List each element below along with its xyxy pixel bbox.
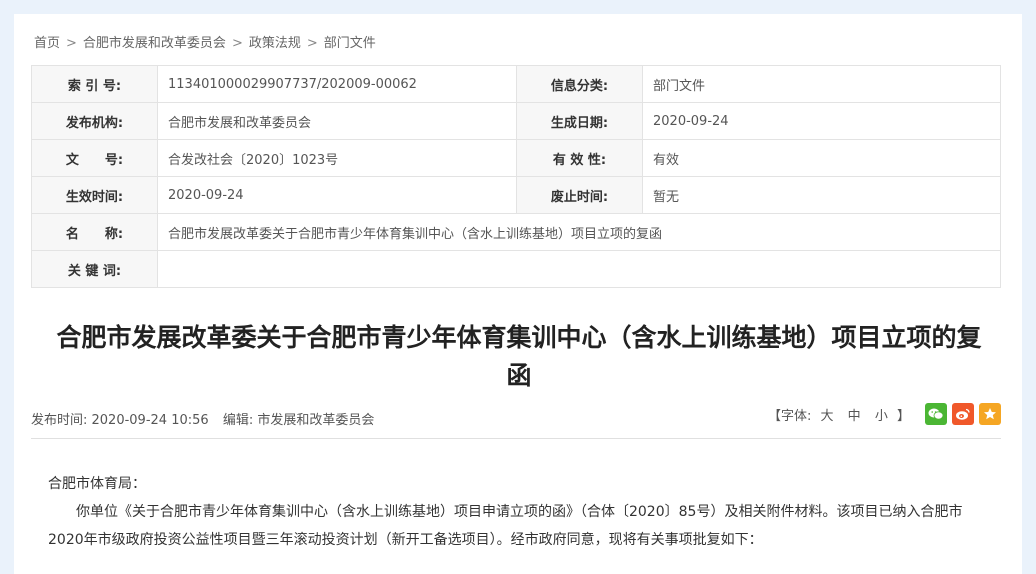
publisher-value: 合肥市发展和改革委员会 [157,102,517,140]
font-small-button[interactable]: 小 [875,409,888,424]
keyword-label: 关 键 词: [31,250,158,288]
category-label: 信息分类: [516,65,643,103]
date-value: 2020-09-24 [642,102,1001,140]
abolish-value: 暂无 [642,176,1001,214]
publish-time: 发布时间: 2020-09-24 10:56 [31,413,209,428]
article-title: 合肥市发展改革委关于合肥市青少年体育集训中心（含水上训练基地）项目立项的复函 [56,323,982,390]
table-row: 生效时间: 2020-09-24 废止时间: 暂无 [31,176,1001,214]
article-info-bar: 发布时间: 2020-09-24 10:56 编辑: 市发展和改革委员会 【字体… [31,403,1001,428]
breadcrumb-department-docs[interactable]: 部门文件 [324,36,376,51]
category-value: 部门文件 [642,65,1001,103]
table-row: 索 引 号: 113401000029907737/202009-00062 信… [31,65,1001,103]
breadcrumb-policy[interactable]: 政策法规 [249,36,301,51]
body-paragraph: 你单位《关于合肥市青少年体育集训中心（含水上训练基地）项目申请立项的函》（合体〔… [48,504,963,548]
abolish-label: 废止时间: [516,176,643,214]
font-label: 【字体: [767,408,812,424]
font-large-button[interactable]: 大 [821,409,834,424]
breadcrumb: 首页 > 合肥市发展和改革委员会 > 政策法规 > 部门文件 [34,32,376,51]
article-body: 合肥市体育局： 你单位《关于合肥市青少年体育集训中心（含水上训练基地）项目申请立… [48,470,988,554]
index-label: 索 引 号: [31,65,158,103]
table-row: 文 号: 合发改社会〔2020〕1023号 有 效 性: 有效 [31,139,1001,177]
name-value: 合肥市发展改革委关于合肥市青少年体育集训中心（含水上训练基地）项目立项的复函 [157,213,1001,251]
name-label: 名 称: [31,213,158,251]
breadcrumb-home[interactable]: 首页 [34,36,60,51]
table-row: 名 称: 合肥市发展改革委关于合肥市青少年体育集训中心（含水上训练基地）项目立项… [31,213,1001,251]
breadcrumb-separator: > [66,36,77,51]
docno-value: 合发改社会〔2020〕1023号 [157,139,517,177]
divider [31,438,1001,439]
publisher-label: 发布机构: [31,102,158,140]
weibo-icon[interactable] [952,403,974,425]
breadcrumb-separator: > [306,36,318,51]
date-label: 生成日期: [516,102,643,140]
validity-label: 有 效 性: [516,139,643,177]
validity-value: 有效 [642,139,1001,177]
table-row: 发布机构: 合肥市发展和改革委员会 生成日期: 2020-09-24 [31,102,1001,140]
favorite-icon[interactable] [979,403,1001,425]
keyword-value [157,250,1001,288]
breadcrumb-ndrc[interactable]: 合肥市发展和改革委员会 [83,36,226,51]
page-container: 首页 > 合肥市发展和改革委员会 > 政策法规 > 部门文件 索 引 号: 11340100… [14,14,1022,574]
font-size-control: 【字体: 大 中 小 】 [768,405,910,424]
docno-label: 文 号: [31,139,158,177]
font-close: 】 [896,408,910,424]
effective-value: 2020-09-24 [157,176,517,214]
font-medium-button[interactable]: 中 [848,409,861,424]
index-value: 113401000029907737/202009-00062 [157,65,517,103]
article-tools: 【字体: 大 中 小 】 [768,403,1001,425]
effective-label: 生效时间: [31,176,158,214]
breadcrumb-separator: > [231,36,243,51]
table-row: 关 键 词: [31,250,1001,288]
wechat-icon[interactable] [925,403,947,425]
salutation: 合肥市体育局： [48,476,146,492]
document-metadata-table: 索 引 号: 113401000029907737/202009-00062 信… [31,65,1001,288]
editor: 编辑: 市发展和改革委员会 [222,413,375,428]
